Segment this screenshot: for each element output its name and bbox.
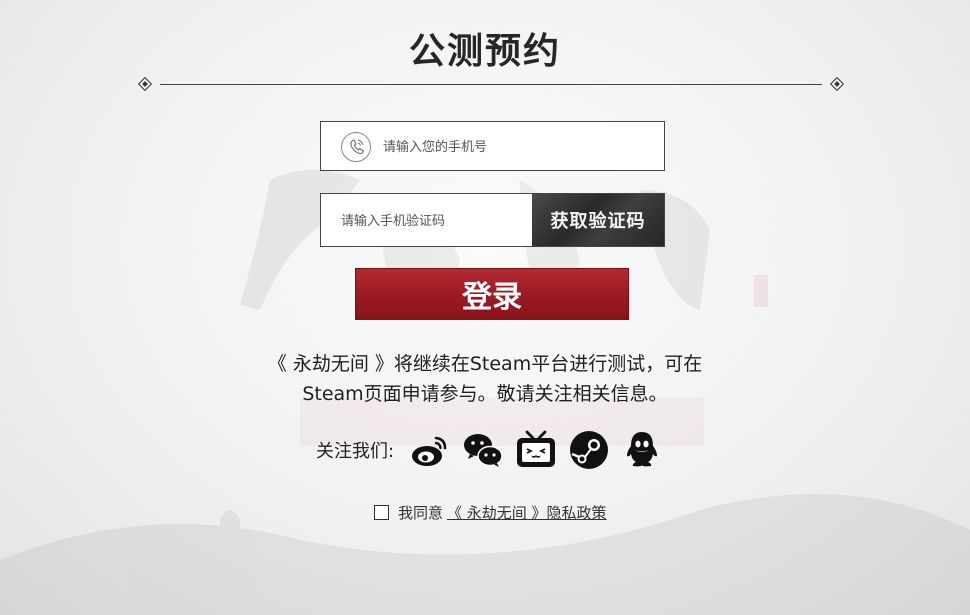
qq-icon[interactable] — [620, 428, 664, 472]
wechat-icon[interactable] — [461, 428, 505, 472]
agree-checkbox[interactable] — [374, 505, 389, 520]
agree-prefix: 我同意 — [398, 504, 444, 522]
steam-icon[interactable] — [567, 428, 611, 472]
weibo-icon[interactable] — [408, 428, 452, 472]
login-button[interactable]: 登录 — [355, 268, 629, 320]
notice-line-1: 《 永劫无间 》将继续在Steam平台进行测试，可在 — [267, 353, 703, 375]
page-title: 公测预约 — [408, 30, 561, 72]
get-code-button[interactable]: 获取验证码 — [532, 194, 664, 246]
follow-us: 关注我们: — [316, 428, 673, 472]
privacy-agreement: 我同意 《 永劫无间 》隐私政策 — [374, 502, 607, 523]
privacy-policy-link[interactable]: 《 永劫无间 》隐私政策 — [447, 502, 607, 523]
title-divider — [136, 76, 846, 92]
verification-code-input[interactable] — [339, 194, 533, 248]
verification-code-field[interactable]: 获取验证码 — [320, 193, 665, 248]
phone-field[interactable] — [320, 121, 665, 172]
diamond-ornament-icon — [829, 76, 845, 92]
follow-label: 关注我们: — [316, 441, 395, 462]
steam-notice: 《 永劫无间 》将继续在Steam平台进行测试，可在 Steam页面申请参与。敬… — [0, 349, 970, 409]
phone-icon — [341, 132, 371, 162]
phone-input[interactable] — [381, 122, 655, 172]
bilibili-icon[interactable] — [514, 428, 558, 472]
divider-line — [160, 84, 822, 85]
diamond-ornament-icon — [137, 76, 153, 92]
notice-line-2: Steam页面申请参与。敬请关注相关信息。 — [302, 383, 668, 405]
